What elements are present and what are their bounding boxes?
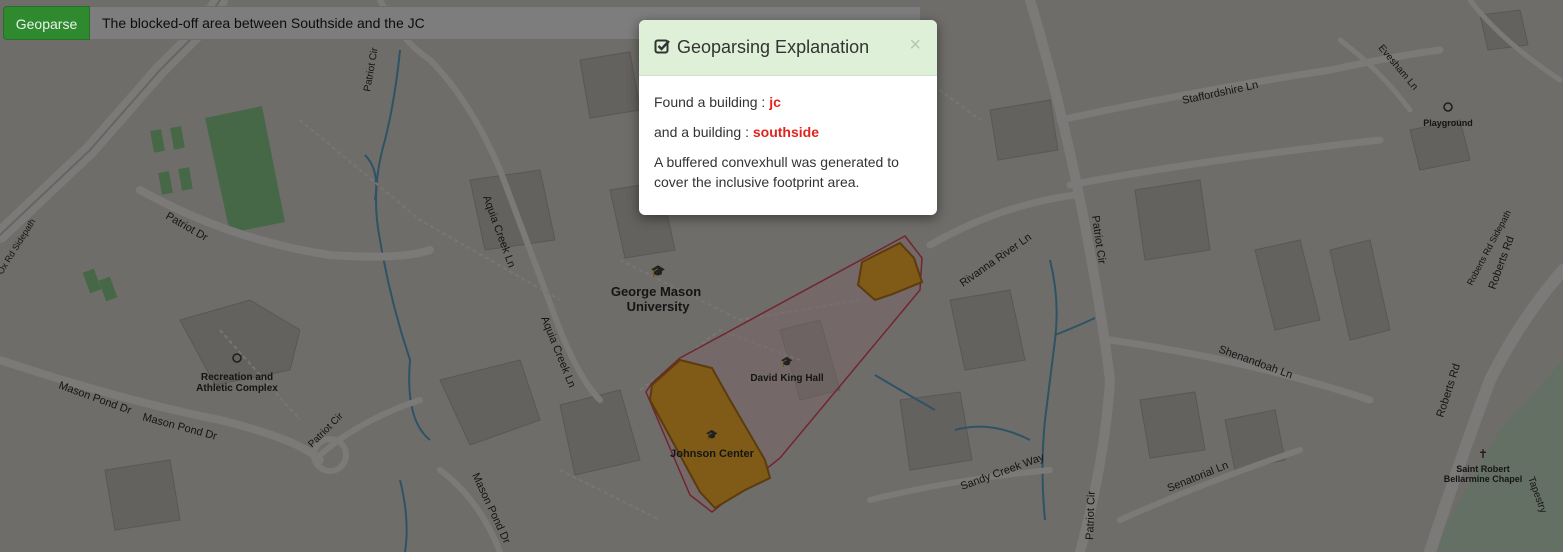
building-southside: southside — [752, 124, 819, 140]
modal-header: Geoparsing Explanation × — [639, 20, 937, 76]
modal-body: Found a building : jc and a building : s… — [639, 76, 937, 192]
geoparse-button[interactable]: Geoparse — [3, 6, 90, 40]
second-building-prefix: and a building : — [654, 124, 753, 140]
geoparsing-explanation-modal: Geoparsing Explanation × Found a buildin… — [639, 20, 937, 215]
checkbox-checked-icon — [654, 39, 670, 54]
found-building-line: Found a building : jc — [654, 92, 922, 112]
found-building-prefix: Found a building : — [654, 94, 770, 110]
building-jc: jc — [769, 94, 781, 110]
close-icon[interactable]: × — [909, 34, 921, 56]
second-building-line: and a building : southside — [654, 122, 922, 142]
modal-title-text: Geoparsing Explanation — [677, 37, 870, 57]
modal-title: Geoparsing Explanation — [654, 35, 869, 59]
hull-explanation: A buffered convexhull was generated to c… — [654, 154, 899, 190]
